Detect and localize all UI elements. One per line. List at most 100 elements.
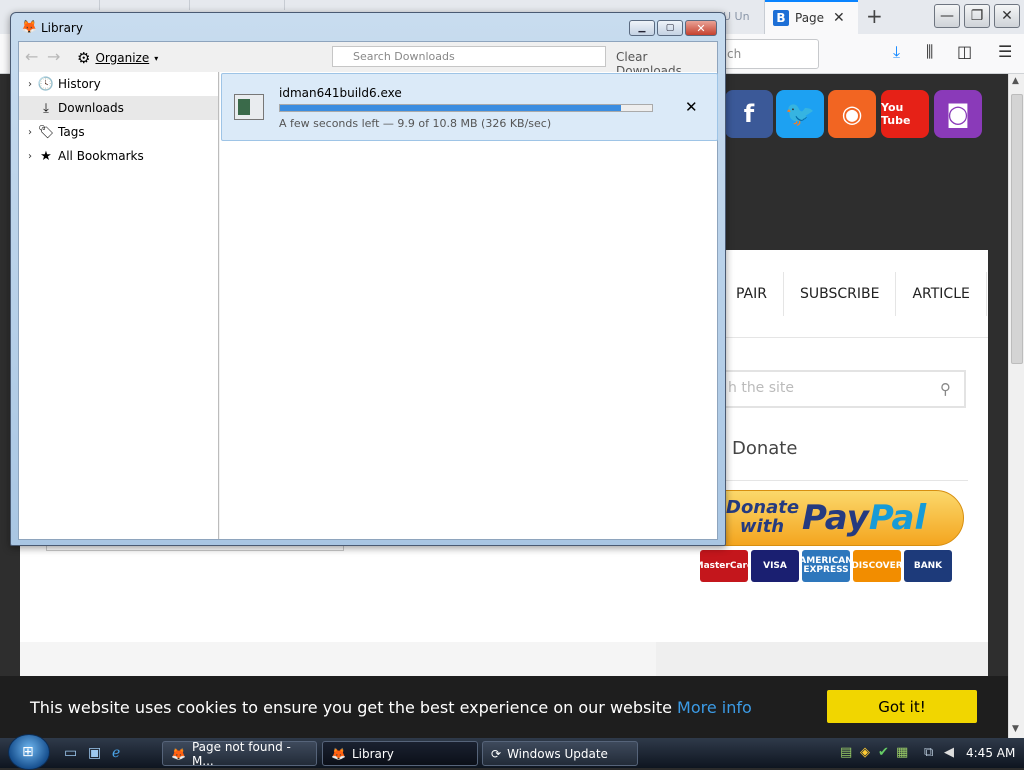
paypal-brand-pal: Pal (868, 498, 927, 538)
windows-logo-icon: ⊞ (22, 744, 34, 760)
star-icon: ★ (40, 148, 52, 164)
library-close-button[interactable]: ✕ (685, 20, 717, 36)
tray-update-icon[interactable]: ▦ (896, 745, 908, 760)
search-icon[interactable]: ⚲ (940, 380, 951, 398)
sidebar-item-tags[interactable]: › 🏷 Tags (19, 120, 218, 144)
forward-arrow-icon[interactable]: → (47, 47, 60, 66)
tray-check-icon[interactable]: ✔ (878, 745, 889, 760)
sidebar-item-label: Tags (58, 125, 85, 139)
organize-label: Organize (95, 51, 150, 65)
switch-windows-icon[interactable]: ▣ (88, 745, 101, 761)
tab-behind[interactable] (100, 0, 190, 10)
scroll-thumb[interactable] (1011, 94, 1023, 364)
browser-restore-button[interactable]: ❐ (964, 4, 990, 28)
library-titlebar[interactable]: 🦊 Library ▁ ▢ ✕ (11, 13, 725, 43)
close-tab-icon[interactable]: ✕ (833, 10, 845, 26)
payment-card-mastercard: MasterCard (695, 550, 753, 582)
download-status: A few seconds left — 9.9 of 10.8 MB (326… (279, 117, 552, 130)
taskbar-item-firefox[interactable]: 🦊 Page not found - M... (162, 739, 317, 768)
menu-icon[interactable]: ☰ (998, 42, 1012, 61)
page-scrollbar[interactable]: ▲ ▼ (1008, 74, 1024, 738)
payment-card-american-express: AMERICAN EXPRESS (799, 550, 853, 582)
site-search-input[interactable]: h the site (720, 370, 966, 408)
expand-twisty-icon[interactable]: › (23, 127, 37, 138)
sidebar-item-history[interactable]: › 🕓 History (19, 72, 218, 96)
nav-item-repair[interactable]: PAIR (720, 271, 784, 316)
scroll-down-icon[interactable]: ▼ (1012, 724, 1019, 734)
tab-behind-partial[interactable]: U Un (723, 0, 765, 34)
got-it-button[interactable]: Got it! (827, 690, 977, 723)
cookie-message: This website uses cookies to ensure you … (30, 698, 752, 717)
paypal-brand-pay: Pay (802, 498, 869, 538)
sidebar-item-label: All Bookmarks (58, 149, 144, 163)
nav-item-article[interactable]: ARTICLE (896, 271, 987, 316)
taskbar-label: Library (351, 746, 394, 761)
sidebar-item-downloads[interactable]: ⤓ Downloads (19, 96, 218, 120)
library-minimize-button[interactable]: ▁ (629, 20, 655, 36)
paypal-logo: PayPal (802, 498, 926, 538)
library-icon: 🦊 (331, 746, 346, 761)
taskbar-item-windows-update[interactable]: ⟳ Windows Update (482, 741, 638, 766)
sidebar-item-label: Downloads (58, 101, 124, 115)
downloads-icon[interactable]: ⤓ (893, 42, 900, 62)
scroll-up-icon[interactable]: ▲ (1012, 76, 1019, 86)
clock[interactable]: 4:45 AM (966, 746, 1015, 760)
tab-behind[interactable] (190, 0, 285, 10)
rss-icon[interactable]: ◉ (828, 90, 876, 138)
divider (720, 480, 968, 481)
internet-explorer-icon[interactable]: ℯ (112, 745, 120, 761)
clock-icon: 🕓 (37, 76, 55, 92)
paypal-donate-text: Donate with (726, 497, 800, 537)
nav-item-subscribe[interactable]: SUBSCRIBE (784, 271, 897, 316)
firefox-icon: 🦊 (171, 746, 186, 761)
tray-connection-icon[interactable]: ⧉ (924, 745, 933, 760)
new-tab-button[interactable]: + (866, 4, 883, 28)
back-arrow-icon[interactable]: ← (25, 47, 38, 66)
sidebar-item-all-bookmarks[interactable]: › ★ All Bookmarks (19, 144, 218, 168)
paypal-donate-button[interactable]: Donate with PayPal (691, 490, 964, 546)
youtube-icon[interactable]: You Tube (881, 90, 929, 138)
download-progress-bar (279, 104, 653, 112)
start-button[interactable]: ⊞ (8, 734, 50, 770)
expand-twisty-icon[interactable]: › (23, 79, 37, 90)
show-desktop-icon[interactable]: ▭ (64, 745, 77, 761)
active-tab[interactable]: B Page n ✕ (765, 0, 858, 34)
taskbar-label: Page not found - M... (191, 739, 291, 768)
cookie-text: This website uses cookies to ensure you … (30, 698, 672, 717)
download-filename: idman641build6.exe (279, 86, 402, 100)
downloads-list: idman641build6.exe A few seconds left — … (220, 72, 718, 539)
browser-close-button[interactable]: ✕ (994, 4, 1020, 28)
url-bar[interactable]: ch (723, 39, 819, 69)
search-downloads-input[interactable]: Search Downloads (332, 46, 606, 67)
library-toolbar: ← → ⚙ Organize ▾ ⚲ Search Downloads Clea… (19, 42, 717, 78)
browser-minimize-button[interactable]: — (934, 4, 960, 28)
expand-twisty-icon[interactable]: › (23, 151, 37, 162)
gear-icon: ⚙ (77, 49, 91, 67)
tray-network-icon[interactable]: ▤ (840, 745, 852, 760)
organize-button[interactable]: ⚙ Organize ▾ (77, 49, 158, 67)
sidebar-icon[interactable]: ◫ (957, 42, 972, 61)
library-title: Library (41, 21, 83, 35)
taskbar-item-library[interactable]: 🦊 Library (322, 741, 478, 766)
cancel-download-icon[interactable]: ✕ (685, 98, 698, 116)
sidebar-item-label: History (58, 77, 101, 91)
library-icon[interactable]: ⫼ (926, 42, 933, 62)
tray-security-icon[interactable]: ◈ (860, 745, 870, 760)
payment-card-bank: BANK (904, 550, 952, 582)
windows-update-icon: ⟳ (491, 746, 502, 761)
more-info-link[interactable]: More info (677, 698, 752, 717)
library-sidebar: › 🕓 History ⤓ Downloads › 🏷 Tags › ★ All Bookmarks (19, 72, 219, 539)
instagram-icon[interactable]: ◙ (934, 90, 982, 138)
library-maximize-button[interactable]: ▢ (657, 20, 683, 36)
twitter-icon[interactable]: 🐦 (776, 90, 824, 138)
facebook-icon[interactable]: f (725, 90, 773, 138)
tab-behind[interactable] (0, 0, 100, 10)
library-app-icon: 🦊 (21, 20, 38, 35)
taskbar: ⊞ ▭ ▣ ℯ 🦊 Page not found - M... 🦊 Library … (0, 734, 1024, 770)
taskbar-label: Windows Update (507, 746, 608, 761)
tag-icon: 🏷 (37, 124, 55, 140)
site-nav-menu: PAIR SUBSCRIBE ARTICLE (720, 250, 988, 338)
tray-volume-icon[interactable]: ◀ (944, 745, 954, 760)
download-item[interactable]: idman641build6.exe A few seconds left — … (221, 73, 718, 141)
download-icon: ⤓ (43, 100, 49, 116)
